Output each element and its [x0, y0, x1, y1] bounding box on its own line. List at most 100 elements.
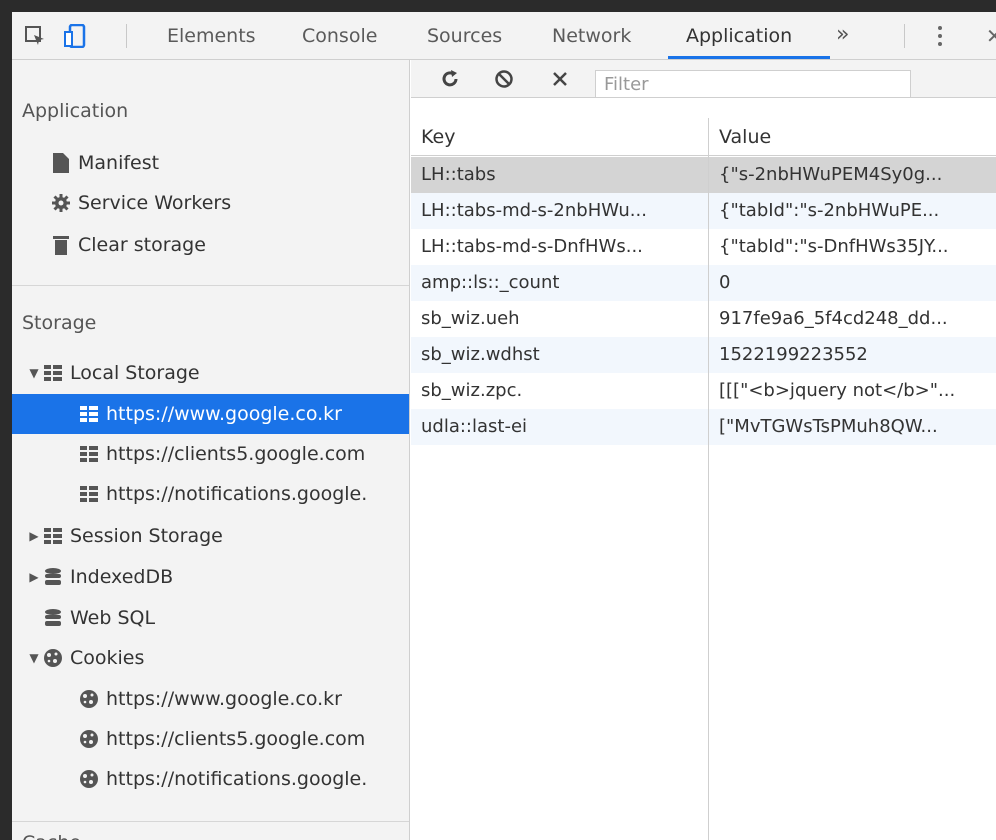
file-icon — [50, 152, 72, 174]
expand-triangle-icon[interactable]: ▼ — [26, 651, 42, 665]
value-cell: ["MvTGWsTsPMuh8QW... — [719, 416, 938, 437]
section-divider — [12, 285, 409, 286]
table-row[interactable]: amp::ls::_count 0 — [411, 265, 996, 301]
tab-sources[interactable]: Sources — [427, 12, 502, 60]
database-icon — [42, 566, 64, 588]
sidebar-item-web-sql[interactable]: Web SQL — [12, 598, 409, 638]
value-cell: 0 — [719, 272, 731, 293]
refresh-icon[interactable] — [435, 60, 465, 98]
section-title-storage: Storage — [22, 312, 97, 334]
key-cell: sb_wiz.ueh — [421, 308, 520, 329]
sidebar-item-label: https://notifications.google. — [106, 768, 368, 790]
expand-triangle-icon[interactable]: ▶ — [26, 570, 42, 584]
gear-icon — [50, 192, 72, 214]
sidebar-item-label: Web SQL — [70, 607, 156, 629]
sidebar-item-local-origin[interactable]: https://clients5.google.com — [12, 434, 409, 474]
table-row[interactable]: sb_wiz.ueh 917fe9a6_5f4cd248_dd... — [411, 301, 996, 337]
sidebar-item-label: https://clients5.google.com — [106, 728, 366, 750]
sidebar-item-cookie-origin[interactable]: https://notifications.google. — [12, 759, 409, 799]
devtools-window: Elements Console Sources Network Applica… — [12, 12, 996, 840]
key-cell: LH::tabs-md-s-DnfHWs... — [421, 236, 643, 257]
table-row[interactable]: udla::last-ei ["MvTGWsTsPMuh8QW... — [411, 409, 996, 445]
sidebar-item-local-storage[interactable]: ▼ Local Storage — [12, 353, 409, 393]
sidebar-item-cookie-origin[interactable]: https://www.google.co.kr — [12, 679, 409, 719]
tab-console[interactable]: Console — [302, 12, 377, 60]
toolbar-separator — [904, 24, 905, 48]
value-cell: 917fe9a6_5f4cd248_dd... — [719, 308, 948, 329]
sidebar-item-cookie-origin[interactable]: https://clients5.google.com — [12, 719, 409, 759]
sidebar-item-local-origin[interactable]: https://notifications.google. — [12, 474, 409, 514]
close-devtools-button[interactable]: ✕ — [986, 12, 996, 60]
section-title-application: Application — [22, 100, 129, 122]
sidebar-item-label: Session Storage — [70, 525, 223, 547]
sidebar-item-service-workers[interactable]: Service Workers — [12, 183, 409, 223]
inspect-element-icon[interactable] — [18, 12, 52, 60]
table-row[interactable]: LH::tabs {"s-2nbHWuPEM4Sy0g... — [411, 157, 996, 193]
sidebar-item-label: IndexedDB — [70, 566, 174, 588]
device-toolbar-icon[interactable] — [58, 12, 92, 60]
sidebar-item-label: https://www.google.co.kr — [106, 688, 342, 710]
delete-selected-icon[interactable] — [545, 60, 575, 98]
kebab-menu-icon[interactable] — [936, 24, 944, 48]
tab-application[interactable]: Application — [686, 12, 792, 60]
storage-filter-bar — [411, 60, 996, 98]
sidebar-item-label: Clear storage — [78, 234, 206, 256]
sidebar-item-session-storage[interactable]: ▶ Session Storage — [12, 516, 409, 556]
table-icon — [78, 443, 100, 465]
table-row[interactable]: sb_wiz.wdhst 1522199223552 — [411, 337, 996, 373]
sidebar-item-label: Cookies — [70, 647, 145, 669]
value-cell: [[["<b>jquery not</b>"... — [719, 380, 956, 401]
filter-input[interactable] — [595, 70, 911, 98]
section-divider — [12, 821, 409, 822]
key-cell: amp::ls::_count — [421, 272, 560, 293]
table-icon — [42, 525, 64, 547]
sidebar-item-manifest[interactable]: Manifest — [12, 143, 409, 183]
clear-all-icon[interactable] — [489, 60, 519, 98]
table-header: Key Value — [411, 118, 996, 156]
expand-triangle-icon[interactable]: ▶ — [26, 529, 42, 543]
table-row[interactable]: LH::tabs-md-s-DnfHWs... {"tabId":"s-DnfH… — [411, 229, 996, 265]
column-header-value[interactable]: Value — [709, 118, 771, 156]
sidebar-item-local-origin[interactable]: https://www.google.co.kr — [12, 394, 409, 434]
key-cell: udla::last-ei — [421, 416, 528, 437]
expand-triangle-icon[interactable]: ▼ — [26, 366, 42, 380]
tab-elements[interactable]: Elements — [167, 12, 256, 60]
sidebar-item-label: Manifest — [78, 152, 160, 174]
table-row[interactable]: LH::tabs-md-s-2nbHWu... {"tabId":"s-2nbH… — [411, 193, 996, 229]
sidebar-item-label: https://notifications.google. — [106, 483, 368, 505]
key-cell: LH::tabs — [421, 164, 496, 185]
storage-table-panel: Key Value LH::tabs {"s-2nbHWuPEM4Sy0g...… — [411, 60, 996, 840]
value-cell: 1522199223552 — [719, 344, 868, 365]
column-header-key[interactable]: Key — [411, 118, 455, 156]
value-cell: {"s-2nbHWuPEM4Sy0g... — [719, 164, 943, 185]
key-cell: sb_wiz.zpc. — [421, 380, 523, 401]
sidebar-item-label: https://clients5.google.com — [106, 443, 366, 465]
column-resizer[interactable] — [708, 118, 709, 840]
key-cell: LH::tabs-md-s-2nbHWu... — [421, 200, 647, 221]
sidebar-item-indexeddb[interactable]: ▶ IndexedDB — [12, 557, 409, 597]
devtools-toolbar: Elements Console Sources Network Applica… — [12, 12, 996, 60]
sidebar-item-clear-storage[interactable]: Clear storage — [12, 225, 409, 265]
cookie-icon — [78, 768, 100, 790]
application-sidebar: Application Manifest Service Workers Cle… — [12, 60, 410, 840]
sidebar-item-label: Local Storage — [70, 362, 200, 384]
toolbar-separator — [126, 24, 127, 48]
table-row[interactable]: sb_wiz.zpc. [[["<b>jquery not</b>"... — [411, 373, 996, 409]
section-title-cache: Cache — [22, 832, 81, 840]
table-icon — [78, 483, 100, 505]
table-icon — [78, 403, 100, 425]
value-cell: {"tabId":"s-DnfHWs35JY... — [719, 236, 949, 257]
tab-network[interactable]: Network — [552, 12, 631, 60]
cookie-icon — [78, 688, 100, 710]
sidebar-item-label: https://www.google.co.kr — [106, 403, 342, 425]
key-cell: sb_wiz.wdhst — [421, 344, 540, 365]
active-tab-indicator — [668, 56, 830, 59]
database-icon — [42, 607, 64, 629]
sidebar-item-cookies[interactable]: ▼ Cookies — [12, 638, 409, 678]
cookie-icon — [42, 647, 64, 669]
value-cell: {"tabId":"s-2nbHWuPE... — [719, 200, 940, 221]
more-tabs-button[interactable]: » — [836, 12, 849, 60]
cookie-icon — [78, 728, 100, 750]
trash-icon — [50, 234, 72, 256]
sidebar-item-label: Service Workers — [78, 192, 232, 214]
